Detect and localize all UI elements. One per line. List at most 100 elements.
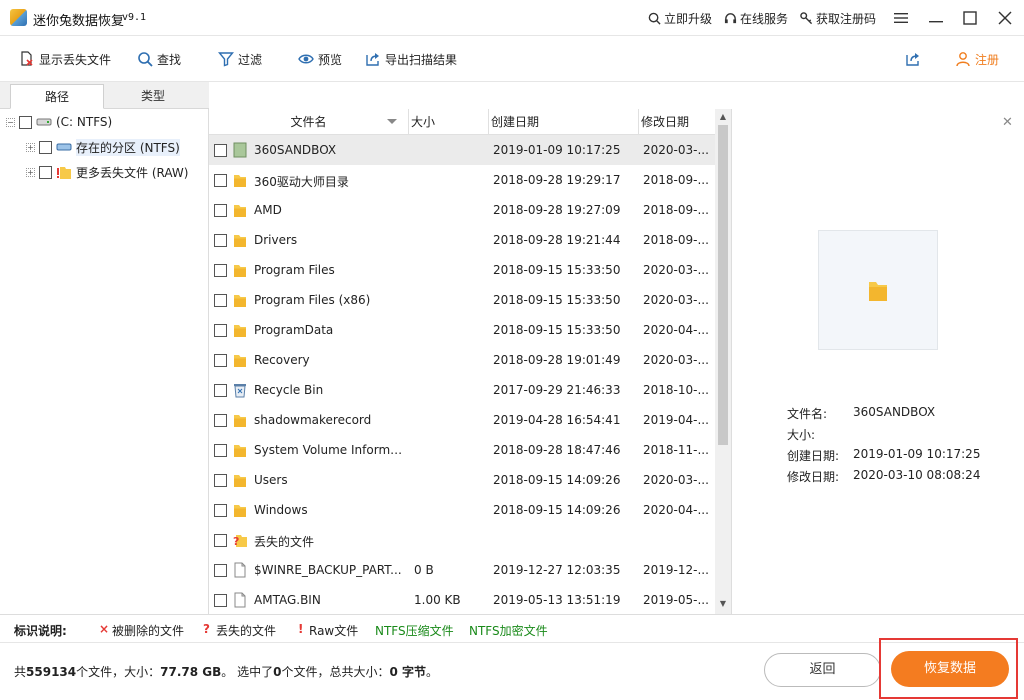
table-row[interactable]: shadowmakerecord 2019-04-28 16:54:41 2019-…: [209, 405, 715, 435]
row-checkbox[interactable]: [214, 354, 227, 367]
tree-checkbox-root[interactable]: [19, 115, 32, 129]
row-file-name: 360SANDBOX: [254, 143, 337, 157]
row-checkbox[interactable]: [214, 384, 227, 397]
preview-name-label: 文件名:: [787, 407, 828, 421]
find-button[interactable]: 查找: [137, 50, 181, 68]
expand-icon[interactable]: +: [26, 167, 35, 177]
expand-icon[interactable]: +: [26, 142, 35, 152]
row-checkbox[interactable]: [214, 444, 227, 457]
tree-item-existing-partition[interactable]: + 存在的分区 (NTFS): [26, 136, 180, 158]
user-icon: [956, 52, 970, 67]
tree-checkbox-more-lost[interactable]: [39, 165, 52, 179]
row-modified-date: 2018-10-...: [643, 383, 709, 397]
column-header-name-label: 文件名: [290, 115, 327, 129]
filter-button[interactable]: 过滤: [218, 50, 262, 68]
table-row[interactable]: 360驱动大师目录 2018-09-28 19:29:17 2018-09-...: [209, 165, 715, 195]
close-preview-icon[interactable]: ✕: [1002, 115, 1013, 130]
app-title: 迷你兔数据恢复: [33, 14, 125, 29]
show-lost-files-button[interactable]: 显示丢失文件: [19, 50, 111, 68]
recover-data-button[interactable]: 恢复数据: [891, 651, 1009, 687]
online-service-link[interactable]: 在线服务: [724, 10, 788, 27]
vertical-scrollbar[interactable]: ▲ ▼: [715, 109, 731, 614]
table-row[interactable]: Program Files 2018-09-15 15:33:50 2020-03-…: [209, 255, 715, 285]
lost-mark-icon: ?: [203, 622, 210, 636]
column-header-created[interactable]: 创建日期: [489, 109, 639, 135]
preview-thumbnail: [818, 230, 938, 350]
row-created-date: 2018-09-28 19:27:09: [493, 203, 621, 217]
share-button[interactable]: [905, 50, 921, 68]
scroll-down-icon[interactable]: ▼: [718, 599, 728, 609]
scroll-up-icon[interactable]: ▲: [718, 112, 728, 122]
upgrade-link[interactable]: 立即升级: [648, 10, 712, 27]
deleted-mark-icon: ×: [99, 622, 110, 636]
preview-created-value: 2019-01-09 10:17:25: [853, 447, 981, 461]
row-modified-date: 2019-12-...: [643, 563, 709, 577]
get-code-link[interactable]: 获取注册码: [800, 10, 876, 27]
row-checkbox[interactable]: [214, 564, 227, 577]
row-created-date: 2018-09-15 15:33:50: [493, 323, 621, 337]
row-file-name: ProgramData: [254, 323, 334, 337]
row-checkbox[interactable]: [214, 414, 227, 427]
row-checkbox[interactable]: [214, 534, 227, 547]
register-button[interactable]: 注册: [955, 50, 999, 68]
row-checkbox[interactable]: [214, 264, 227, 277]
row-file-name: $WINRE_BACKUP_PART...: [254, 563, 402, 577]
svg-text:?: ?: [233, 535, 239, 548]
folder-icon: [233, 412, 247, 428]
column-header-modified[interactable]: 修改日期: [639, 109, 715, 135]
row-checkbox[interactable]: [214, 234, 227, 247]
table-row[interactable]: AMTAG.BIN 1.00 KB 2019-05-13 13:51:19 2019-…: [209, 585, 715, 614]
row-checkbox[interactable]: [214, 294, 227, 307]
table-row[interactable]: 360SANDBOX 2019-01-09 10:17:25 2020-03-...: [209, 135, 715, 165]
table-row[interactable]: ? 丢失的文件: [209, 525, 715, 555]
collapse-icon[interactable]: −: [6, 117, 15, 127]
scroll-thumb[interactable]: [718, 125, 728, 445]
table-row[interactable]: System Volume Information 2018-09-28 18:4…: [209, 435, 715, 465]
tab-type[interactable]: 类型: [106, 84, 200, 109]
export-results-button[interactable]: 导出扫描结果: [365, 50, 457, 68]
table-row[interactable]: $WINRE_BACKUP_PART... 0 B 2019-12-27 12:03…: [209, 555, 715, 585]
row-checkbox[interactable]: [214, 504, 227, 517]
menu-button[interactable]: [889, 6, 913, 30]
file-icon: [233, 592, 247, 608]
table-row[interactable]: Windows 2018-09-15 14:09:26 2020-04-...: [209, 495, 715, 525]
back-button[interactable]: 返回: [764, 653, 881, 687]
preview-modified-value: 2020-03-10 08:08:24: [853, 468, 981, 482]
row-checkbox[interactable]: [214, 474, 227, 487]
table-row[interactable]: ProgramData 2018-09-15 15:33:50 2020-04-..…: [209, 315, 715, 345]
folder-icon: [233, 352, 247, 368]
tab-path[interactable]: 路径: [10, 84, 104, 109]
row-modified-date: 2020-03-...: [643, 143, 709, 157]
folder-icon: [233, 262, 247, 278]
preview-label: 预览: [318, 52, 343, 67]
row-created-date: 2018-09-15 14:09:26: [493, 473, 621, 487]
row-checkbox[interactable]: [214, 324, 227, 337]
column-header-name[interactable]: 文件名: [209, 109, 409, 135]
row-checkbox[interactable]: [214, 204, 227, 217]
tree-item-root[interactable]: − (C: NTFS): [6, 111, 112, 133]
table-row[interactable]: AMD 2018-09-28 19:27:09 2018-09-...: [209, 195, 715, 225]
online-service-label: 在线服务: [740, 12, 789, 26]
key-icon: [800, 12, 813, 25]
preview-button[interactable]: 预览: [298, 50, 342, 68]
row-checkbox[interactable]: [214, 594, 227, 607]
minimize-button[interactable]: [924, 6, 948, 30]
partition-icon: [56, 143, 72, 151]
close-button[interactable]: [993, 6, 1017, 30]
tree-checkbox-existing[interactable]: [39, 140, 52, 154]
column-header-size[interactable]: 大小: [409, 109, 489, 135]
row-file-name: 丢失的文件: [254, 535, 315, 549]
row-checkbox[interactable]: [214, 174, 227, 187]
maximize-button[interactable]: [958, 6, 982, 30]
table-row[interactable]: Users 2018-09-15 14:09:26 2020-03-...: [209, 465, 715, 495]
table-row[interactable]: Drivers 2018-09-28 19:21:44 2018-09-...: [209, 225, 715, 255]
row-checkbox[interactable]: [214, 144, 227, 157]
table-row[interactable]: Recovery 2018-09-28 19:01:49 2020-03-...: [209, 345, 715, 375]
table-row[interactable]: Recycle Bin 2017-09-29 21:46:33 2018-10-..…: [209, 375, 715, 405]
search-icon: [648, 12, 661, 25]
row-created-date: 2018-09-15 15:33:50: [493, 263, 621, 277]
row-modified-date: 2018-11-...: [643, 443, 709, 457]
table-row[interactable]: Program Files (x86) 2018-09-15 15:33:50 20…: [209, 285, 715, 315]
tree-item-more-lost[interactable]: + 更多丢失文件 (RAW): [26, 161, 188, 183]
folder-icon: [869, 282, 887, 301]
